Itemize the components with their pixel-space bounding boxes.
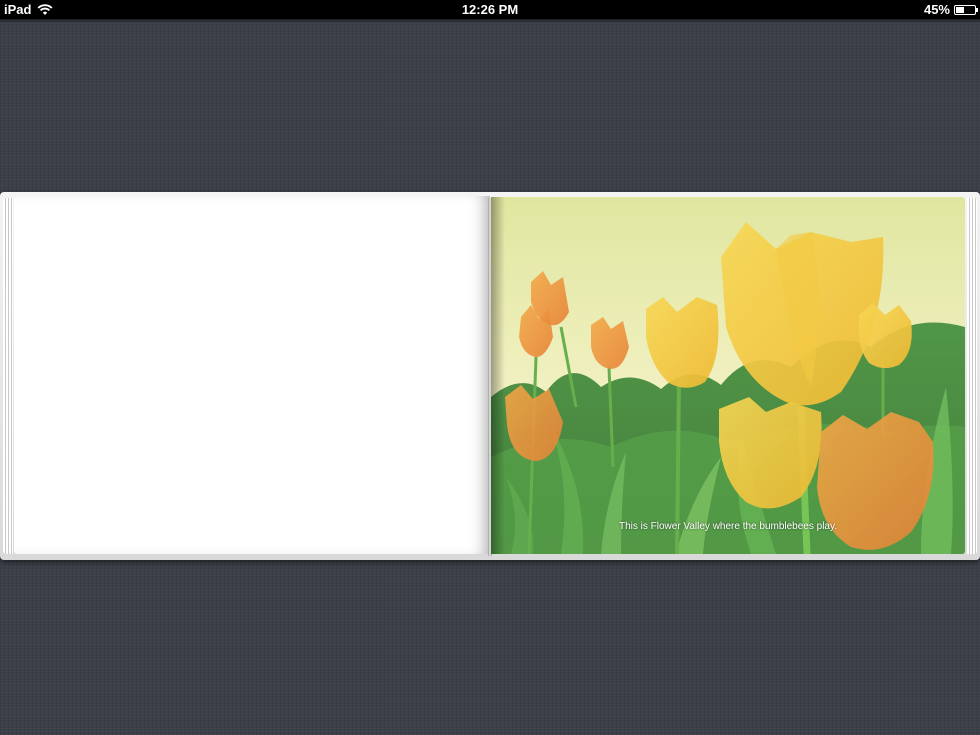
status-bar: iPad 12:26 PM 45%: [0, 0, 980, 19]
right-page[interactable]: This is Flower Valley where the bumblebe…: [491, 197, 965, 554]
ibooks-screen: { "status_bar": { "device": "iPad", "tim…: [0, 0, 980, 735]
gutter-shadow: [491, 197, 505, 554]
book[interactable]: This is Flower Valley where the bumblebe…: [0, 192, 980, 560]
tulip-illustration: [491, 197, 965, 554]
battery-fill: [956, 6, 964, 13]
status-right: 45%: [923, 2, 978, 17]
clock: 12:26 PM: [461, 2, 519, 17]
battery-icon: [954, 4, 978, 15]
page-stack-right: [967, 198, 977, 554]
page-stack-left: [3, 198, 13, 554]
page-caption: This is Flower Valley where the bumblebe…: [618, 521, 838, 532]
left-page[interactable]: [14, 196, 490, 554]
top-shade: [0, 19, 980, 23]
battery-percent: 45%: [923, 2, 950, 17]
